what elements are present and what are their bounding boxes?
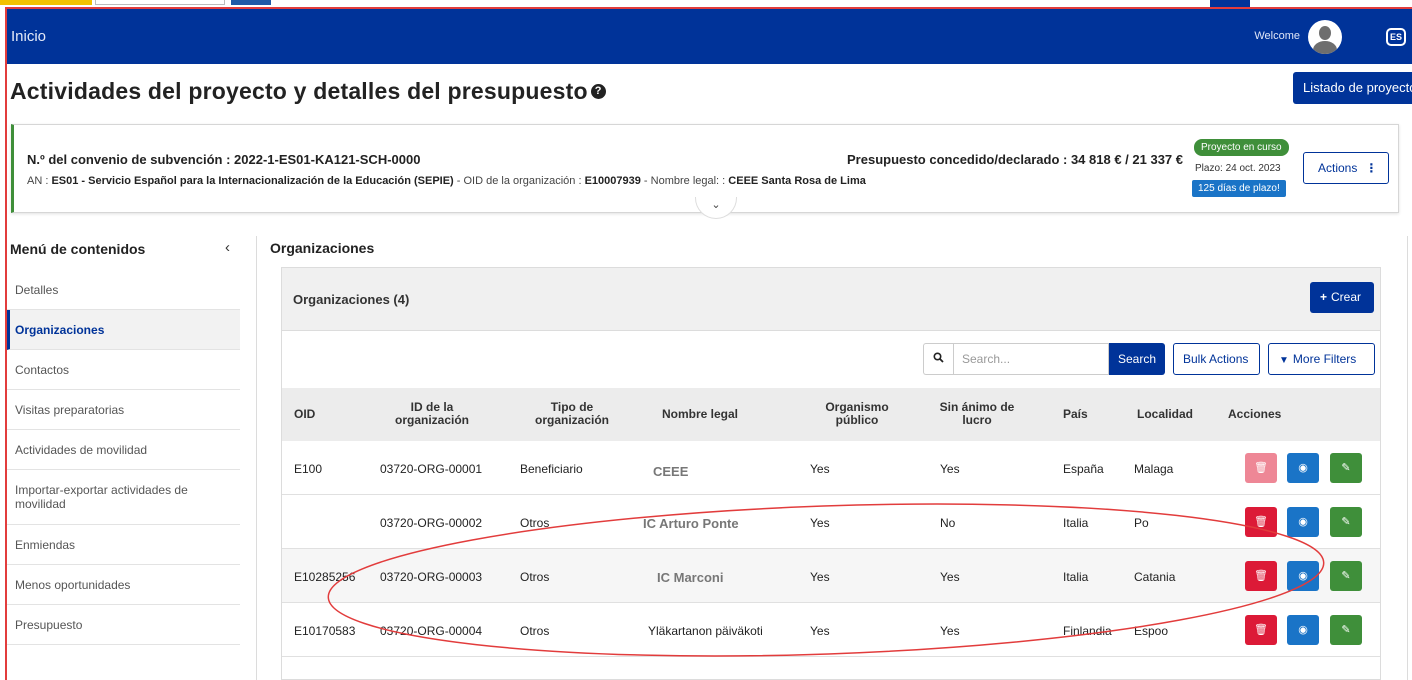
eu-logo [1210, 0, 1250, 7]
flag-logo [0, 0, 92, 5]
top-search-field[interactable] [95, 0, 225, 5]
annotation-frame [5, 7, 1412, 680]
top-search-button[interactable] [231, 0, 271, 5]
